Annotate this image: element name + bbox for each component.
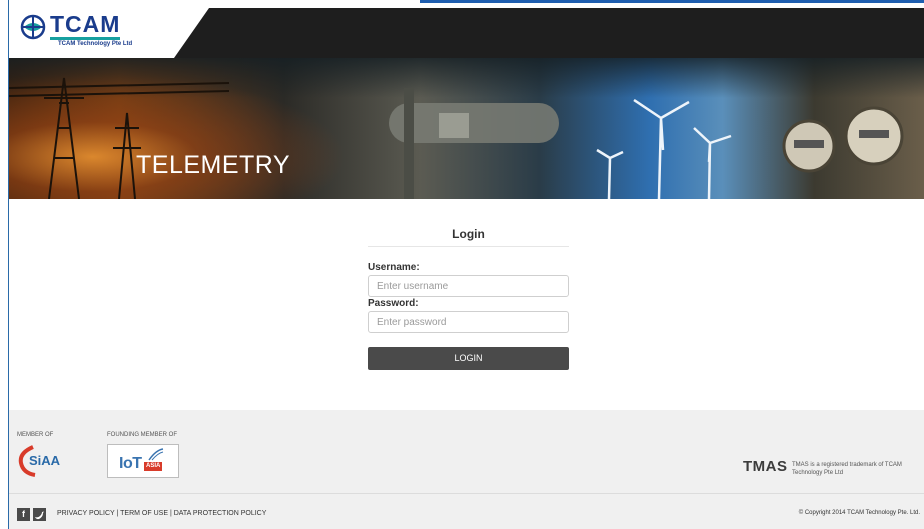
brand-logo-subtitle: TCAM Technology Pte Ltd xyxy=(58,41,133,47)
password-label: Password: xyxy=(368,298,419,309)
twitter-bird-glyph xyxy=(35,511,44,520)
iot-swoosh-icon xyxy=(148,448,164,461)
password-input[interactable] xyxy=(368,311,569,333)
tmas-logo: TMAS xyxy=(743,458,788,475)
login-divider xyxy=(368,246,569,247)
iot-asia-text: ASIA xyxy=(144,462,163,471)
globe-icon xyxy=(20,14,46,40)
tmas-trademark-note: TMAS is a registered trademark of TCAM T… xyxy=(792,462,902,476)
founding-member-label: FOUNDING MEMBER OF xyxy=(107,432,177,438)
username-input[interactable] xyxy=(368,275,569,297)
iot-logo-text: IoT xyxy=(119,455,142,472)
twitter-icon[interactable] xyxy=(33,508,46,521)
login-title: Login xyxy=(452,227,485,241)
member-of-label: MEMBER OF xyxy=(17,432,54,438)
username-label: Username: xyxy=(368,262,420,273)
footer-policy-links[interactable]: PRIVACY POLICY | TERM OF USE | DATA PROT… xyxy=(57,510,266,517)
hero-banner: TELEMETRY xyxy=(9,58,924,199)
facebook-icon[interactable]: f xyxy=(17,508,30,521)
banner-title: TELEMETRY xyxy=(136,151,291,179)
copyright-notice: © Copyright 2014 TCAM Technology Pte. Lt… xyxy=(798,510,920,516)
brand-logo-word[interactable]: TCAM xyxy=(50,13,121,40)
siaa-badge[interactable]: SiAA xyxy=(17,444,71,478)
page-frame-edge xyxy=(0,0,9,529)
login-button[interactable]: LOGIN xyxy=(368,347,569,370)
iot-asia-badge[interactable]: IoT ASIA xyxy=(107,444,179,478)
footer-divider xyxy=(9,493,924,494)
browser-top-edge xyxy=(420,0,924,3)
siaa-logo-text: SiAA xyxy=(29,453,61,468)
